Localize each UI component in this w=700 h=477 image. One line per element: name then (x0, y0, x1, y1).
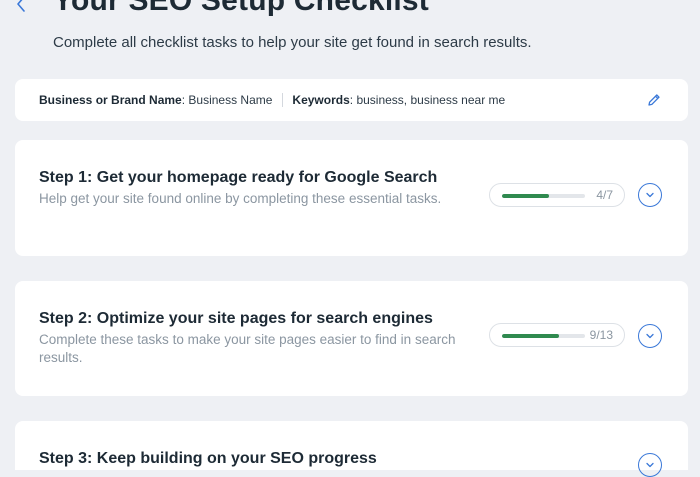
step-card-2[interactable]: Step 2: Optimize your site pages for sea… (15, 281, 688, 396)
chevron-down-icon (646, 462, 654, 468)
step-description: Help get your site found online by compl… (39, 191, 442, 206)
divider (282, 93, 284, 107)
expand-button[interactable] (638, 453, 662, 477)
step-title: Step 3: Keep building on your SEO progre… (39, 450, 377, 467)
chevron-down-icon (646, 333, 654, 339)
step-card-3[interactable]: Step 3: Keep building on your SEO progre… (15, 421, 688, 477)
step-card-1[interactable]: Step 1: Get your homepage ready for Goog… (15, 140, 688, 256)
step-title: Step 1: Get your homepage ready for Goog… (39, 169, 438, 186)
page-title: Your SEO Setup Checklist (53, 0, 429, 17)
page-subtitle: Complete all checklist tasks to help you… (53, 34, 532, 51)
edit-pencil-icon[interactable] (646, 92, 662, 108)
progress-fill (502, 334, 560, 338)
step-title: Step 2: Optimize your site pages for sea… (39, 310, 433, 327)
business-name-value: : Business Name (181, 93, 273, 107)
back-icon[interactable] (14, 0, 30, 15)
progress-indicator: 4/7 (489, 183, 625, 207)
business-name-label: Business or Brand Name (39, 93, 182, 107)
business-info-bar: Business or Brand Name : Business Name K… (15, 79, 688, 121)
progress-count: 4/7 (596, 188, 613, 202)
progress-indicator: 9/13 (489, 323, 625, 347)
expand-button[interactable] (638, 324, 662, 348)
keywords-value: : business, business near me (349, 93, 506, 107)
chevron-down-icon (646, 192, 654, 198)
progress-fill (502, 194, 550, 198)
step-description: Complete these tasks to make your site p… (39, 332, 456, 365)
progress-count: 9/13 (589, 328, 613, 342)
progress-track (502, 194, 585, 198)
progress-track (502, 334, 585, 338)
keywords-label: Keywords (292, 93, 350, 107)
expand-button[interactable] (638, 183, 662, 207)
